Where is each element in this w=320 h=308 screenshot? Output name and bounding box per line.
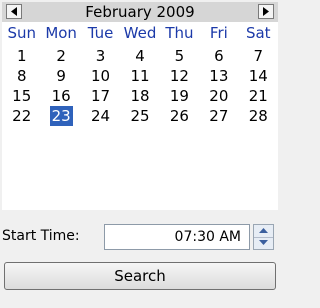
weekday-label: Sun — [7, 24, 36, 42]
weekday-label: Sat — [245, 24, 271, 42]
arrow-up-icon — [259, 228, 268, 233]
day-cell[interactable]: 15 — [2, 86, 41, 106]
calendar-header: February 2009 — [2, 2, 278, 22]
day-cell[interactable]: 18 — [120, 86, 159, 106]
start-time-label: Start Time: — [2, 228, 80, 244]
day-cell[interactable]: 17 — [81, 86, 120, 106]
day-cell[interactable]: 2 — [41, 46, 80, 66]
month-calendar[interactable]: February 2009 Sun Mon Tue Wed Thu Fri Sa… — [2, 2, 278, 210]
day-cell[interactable]: 4 — [120, 46, 159, 66]
weekday-label: Mon — [45, 24, 77, 42]
day-cell[interactable]: 9 — [41, 66, 80, 86]
day-cell[interactable]: 5 — [160, 46, 199, 66]
day-cell-selected[interactable]: 23 — [41, 106, 80, 126]
day-cell[interactable]: 22 — [2, 106, 41, 126]
weekday-header-row: Sun Mon Tue Wed Thu Fri Sat — [2, 22, 278, 44]
day-cell[interactable]: 16 — [41, 86, 80, 106]
day-cell[interactable]: 6 — [199, 46, 238, 66]
weekday-label: Tue — [87, 24, 114, 42]
day-cell[interactable]: 11 — [120, 66, 159, 86]
day-cell[interactable]: 27 — [199, 106, 238, 126]
weekday-label: Wed — [123, 24, 157, 42]
day-cell[interactable]: 12 — [160, 66, 199, 86]
weekday-label: Thu — [165, 24, 194, 42]
day-cell[interactable]: 1 — [2, 46, 41, 66]
day-cell[interactable]: 19 — [160, 86, 199, 106]
day-cell[interactable]: 8 — [2, 66, 41, 86]
weekday-label: Fri — [209, 24, 228, 42]
day-cell[interactable]: 10 — [81, 66, 120, 86]
spin-down-button[interactable] — [254, 237, 273, 249]
day-cell[interactable]: 13 — [199, 66, 238, 86]
arrow-left-icon — [11, 7, 17, 16]
month-title: February 2009 — [85, 3, 195, 21]
day-cell[interactable]: 14 — [239, 66, 278, 86]
day-cell[interactable]: 20 — [199, 86, 238, 106]
day-cell[interactable]: 3 — [81, 46, 120, 66]
prev-month-button[interactable] — [6, 4, 22, 19]
search-button[interactable]: Search — [4, 262, 276, 290]
day-cell[interactable]: 26 — [160, 106, 199, 126]
arrow-down-icon — [259, 240, 268, 245]
arrow-right-icon — [263, 7, 269, 16]
up-down-spinner-icon[interactable] — [253, 224, 274, 250]
day-cell[interactable]: 21 — [239, 86, 278, 106]
start-time-row: Start Time: 07:30 AM — [0, 222, 280, 252]
day-cell[interactable]: 28 — [239, 106, 278, 126]
day-cell[interactable]: 25 — [120, 106, 159, 126]
start-time-input[interactable]: 07:30 AM — [104, 224, 250, 250]
day-cell[interactable]: 7 — [239, 46, 278, 66]
day-cell[interactable]: 24 — [81, 106, 120, 126]
next-month-button[interactable] — [258, 4, 274, 19]
day-grid: 1 2 3 4 5 6 7 8 9 10 11 12 13 14 15 16 1… — [2, 46, 278, 126]
